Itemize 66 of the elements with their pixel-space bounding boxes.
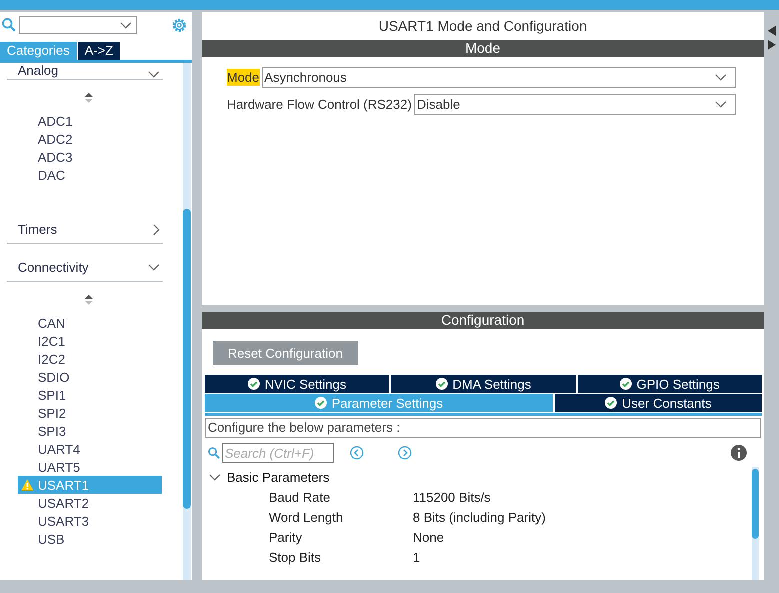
check-icon <box>248 378 260 390</box>
peripheral-item[interactable]: SDIO <box>18 368 162 386</box>
peripheral-item[interactable]: UART5 <box>18 458 162 476</box>
chevron-down-icon <box>209 474 221 480</box>
peripheral-item[interactable]: SPI3 <box>18 422 162 440</box>
peripheral-item[interactable]: SPI2 <box>18 404 162 422</box>
chevron-down-icon <box>148 264 160 271</box>
section-header: Mode <box>202 40 764 57</box>
check-icon <box>620 378 632 390</box>
settings-tab[interactable]: User Constants <box>554 394 762 412</box>
peripheral-item[interactable]: DAC <box>18 166 162 184</box>
parameter-value[interactable]: 1 <box>413 550 420 564</box>
sort-icon[interactable] <box>84 294 94 306</box>
peripheral-item[interactable]: USART3 <box>18 512 162 530</box>
peripheral-item[interactable]: USB <box>18 530 162 548</box>
peripheral-item[interactable]: CAN <box>18 314 162 332</box>
dropdown[interactable]: Disable <box>414 94 736 115</box>
section-header: Configuration <box>202 312 764 329</box>
peripheral-item[interactable]: I2C1 <box>18 332 162 350</box>
info-icon[interactable] <box>731 445 747 461</box>
parameter-name: Baud Rate <box>268 490 332 504</box>
parameter-value[interactable]: 8 Bits (including Parity) <box>413 510 546 524</box>
panel-title: USART1 Mode and Configuration <box>378 17 588 36</box>
parameter-name: Word Length <box>268 510 344 524</box>
peripheral-item[interactable]: UART4 <box>18 440 162 458</box>
chevron-right-icon <box>153 224 160 236</box>
sort-icon[interactable] <box>84 92 94 104</box>
sidebar-tab[interactable]: A->Z <box>78 42 120 60</box>
search-icon <box>208 447 220 459</box>
scrollbar[interactable] <box>183 63 191 580</box>
previous-icon[interactable] <box>350 446 364 460</box>
group-header[interactable]: Basic Parameters <box>202 467 752 487</box>
chevron-down-icon <box>715 101 727 108</box>
settings-icon[interactable] <box>171 16 188 34</box>
field-label: Mode <box>227 69 260 86</box>
peripheral-item[interactable]: I2C2 <box>18 350 162 368</box>
next-icon[interactable] <box>398 446 412 460</box>
settings-tab[interactable]: DMA Settings <box>391 375 576 393</box>
peripheral-item[interactable]: ADC2 <box>18 130 162 148</box>
parameter-name: Parity <box>268 530 304 544</box>
peripheral-item[interactable]: SPI1 <box>18 386 162 404</box>
peripheral-item[interactable]: ADC3 <box>18 148 162 166</box>
field-label: Hardware Flow Control (RS232) <box>227 96 412 113</box>
chevron-down-icon <box>715 74 727 81</box>
parameter-name: Stop Bits <box>268 550 322 564</box>
check-icon <box>605 397 618 409</box>
category-header[interactable]: Timers <box>7 220 163 244</box>
peripheral-item[interactable]: ADC1 <box>18 112 162 130</box>
dropdown[interactable]: Asynchronous <box>262 67 736 88</box>
chevron-down-icon <box>148 71 160 78</box>
parameter-value[interactable]: 115200 Bits/s <box>413 490 491 504</box>
check-icon <box>436 378 448 390</box>
chevron-down-icon <box>120 22 132 28</box>
settings-tab[interactable]: NVIC Settings <box>205 375 390 393</box>
check-icon <box>314 397 327 409</box>
category-header[interactable]: Analog <box>7 63 163 80</box>
search-icon[interactable] <box>2 18 16 32</box>
peripheral-item[interactable]: USART2 <box>18 494 162 512</box>
collapse-arrows-icon[interactable] <box>768 26 776 50</box>
parameter-value[interactable]: None <box>413 530 444 544</box>
search-field[interactable] <box>19 16 137 34</box>
scrollbar[interactable] <box>752 467 759 580</box>
search-field[interactable]: Search (Ctrl+F) <box>222 443 334 463</box>
description-text: Configure the below parameters : <box>205 418 761 438</box>
category-header[interactable]: Connectivity <box>7 258 163 282</box>
settings-tab[interactable]: GPIO Settings <box>578 375 762 393</box>
